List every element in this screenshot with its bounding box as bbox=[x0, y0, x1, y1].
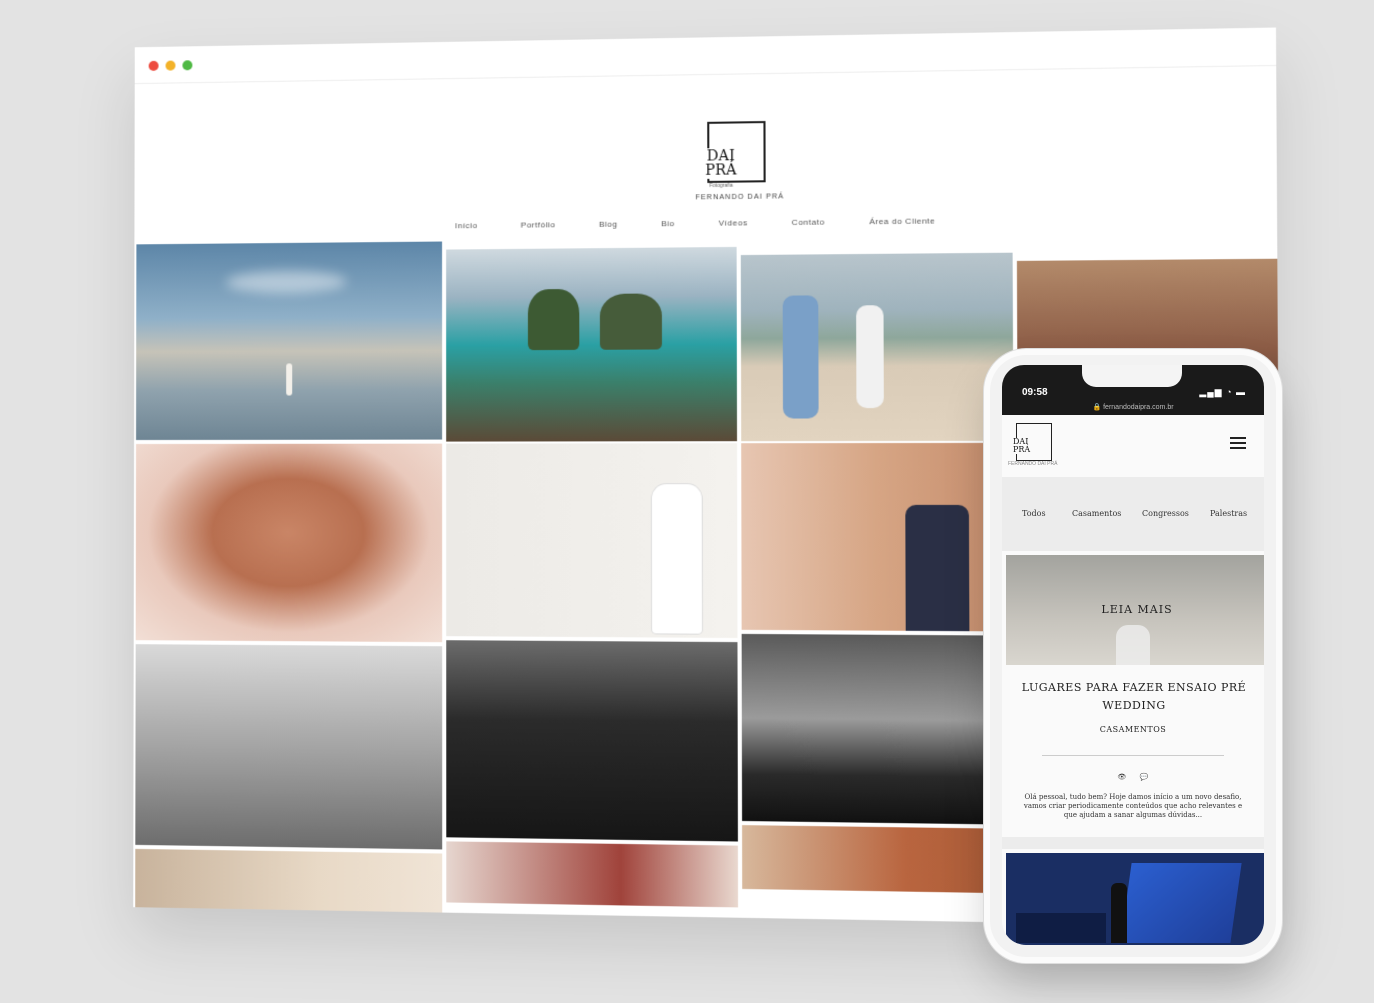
address-bar-url[interactable]: 🔒 fernandodaipra.com.br bbox=[1002, 403, 1264, 411]
brand-name: FERNANDO DAI PRÁ bbox=[682, 193, 797, 201]
logo-text: DAI PRÁ bbox=[703, 148, 739, 179]
nav-item-videos[interactable]: Vídeos bbox=[719, 218, 748, 227]
phone-screen: DAI PRÁ FERNANDO DAI PRÁ Todos Casamento… bbox=[1002, 415, 1264, 945]
gallery-photo-bride-couch[interactable] bbox=[446, 841, 738, 907]
gallery-photo-vintage-car[interactable] bbox=[446, 640, 738, 841]
read-more-label[interactable]: LEIA MAIS bbox=[1006, 603, 1264, 616]
phone-notch bbox=[1082, 365, 1182, 387]
gallery-photo-road-street[interactable] bbox=[742, 634, 1015, 825]
gallery-photo-bride-veil[interactable] bbox=[136, 444, 442, 643]
filter-tab-todos[interactable]: Todos bbox=[1022, 509, 1046, 518]
filter-tab-casamentos[interactable]: Casamentos bbox=[1072, 509, 1121, 518]
mobile-logo-text: DAI PRÁ bbox=[1013, 438, 1030, 454]
post-excerpt: Olá pessoal, tudo bem? Hoje damos início… bbox=[1018, 793, 1248, 820]
comments-icon: 💬 bbox=[1140, 774, 1149, 781]
site-logo[interactable]: DAI PRÁ Fotografia bbox=[707, 121, 765, 183]
gallery-photo-boy-portrait[interactable] bbox=[135, 849, 442, 925]
section-divider bbox=[1002, 837, 1264, 849]
logo-subtitle: Fotografia bbox=[709, 183, 732, 189]
gallery-photo-bride-bouquet[interactable] bbox=[446, 443, 737, 638]
minimize-window-dot[interactable] bbox=[166, 61, 176, 71]
blog-filter-tabs: Todos Casamentos Congressos Palestras bbox=[1002, 477, 1264, 551]
nav-item-portfolio[interactable]: Portfólio bbox=[521, 220, 556, 229]
mobile-site-logo[interactable]: DAI PRÁ bbox=[1016, 423, 1052, 461]
gallery-photo-salt-flat-couple[interactable] bbox=[136, 242, 442, 440]
filter-tab-congressos[interactable]: Congressos bbox=[1142, 509, 1189, 518]
close-window-dot[interactable] bbox=[149, 61, 159, 71]
divider bbox=[1042, 755, 1224, 756]
blog-post-hero-image[interactable]: LEIA MAIS bbox=[1006, 555, 1264, 665]
gallery-photo-beach-couple[interactable] bbox=[741, 253, 1014, 441]
nav-item-bio[interactable]: Bio bbox=[661, 219, 675, 228]
post-meta: 👁 💬 bbox=[1002, 773, 1264, 781]
post-category[interactable]: CASAMENTOS bbox=[1002, 725, 1264, 734]
views-icon: 👁 bbox=[1117, 774, 1126, 781]
phone-status-bar: 09:58 ▂▄▆ ◔ ▬ 🔒 fernandodaipra.com.br bbox=[1002, 365, 1264, 415]
filter-tab-palestras[interactable]: Palestras bbox=[1210, 509, 1247, 518]
next-post-image-congress[interactable] bbox=[1006, 853, 1264, 945]
nav-item-contato[interactable]: Contato bbox=[792, 217, 825, 227]
url-text: fernandodaipra.com.br bbox=[1103, 404, 1173, 411]
hamburger-menu-icon[interactable] bbox=[1230, 437, 1246, 449]
nav-item-inicio[interactable]: Início bbox=[455, 221, 478, 230]
phone-mockup: 09:58 ▂▄▆ ◔ ▬ 🔒 fernandodaipra.com.br DA… bbox=[990, 355, 1276, 957]
nav-item-area-cliente[interactable]: Área do Cliente bbox=[869, 216, 935, 226]
post-title[interactable]: LUGARES PARA FAZER ENSAIO PRÉ WEDDING bbox=[1018, 679, 1250, 715]
gallery-photo-groom-hallway[interactable] bbox=[741, 443, 1014, 632]
gallery-photo-island-cliff[interactable] bbox=[446, 247, 737, 442]
signal-wifi-battery-icon: ▂▄▆ ◔ ▬ bbox=[1199, 387, 1246, 398]
gallery-photo-bridesmaids[interactable] bbox=[135, 644, 442, 849]
status-time: 09:58 bbox=[1022, 387, 1048, 398]
maximize-window-dot[interactable] bbox=[182, 60, 192, 70]
nav-item-blog[interactable]: Blog bbox=[599, 220, 618, 229]
mobile-logo-subtitle: FERNANDO DAI PRÁ bbox=[1008, 461, 1057, 467]
gallery-photo-brick-wall-women[interactable] bbox=[742, 825, 1015, 893]
